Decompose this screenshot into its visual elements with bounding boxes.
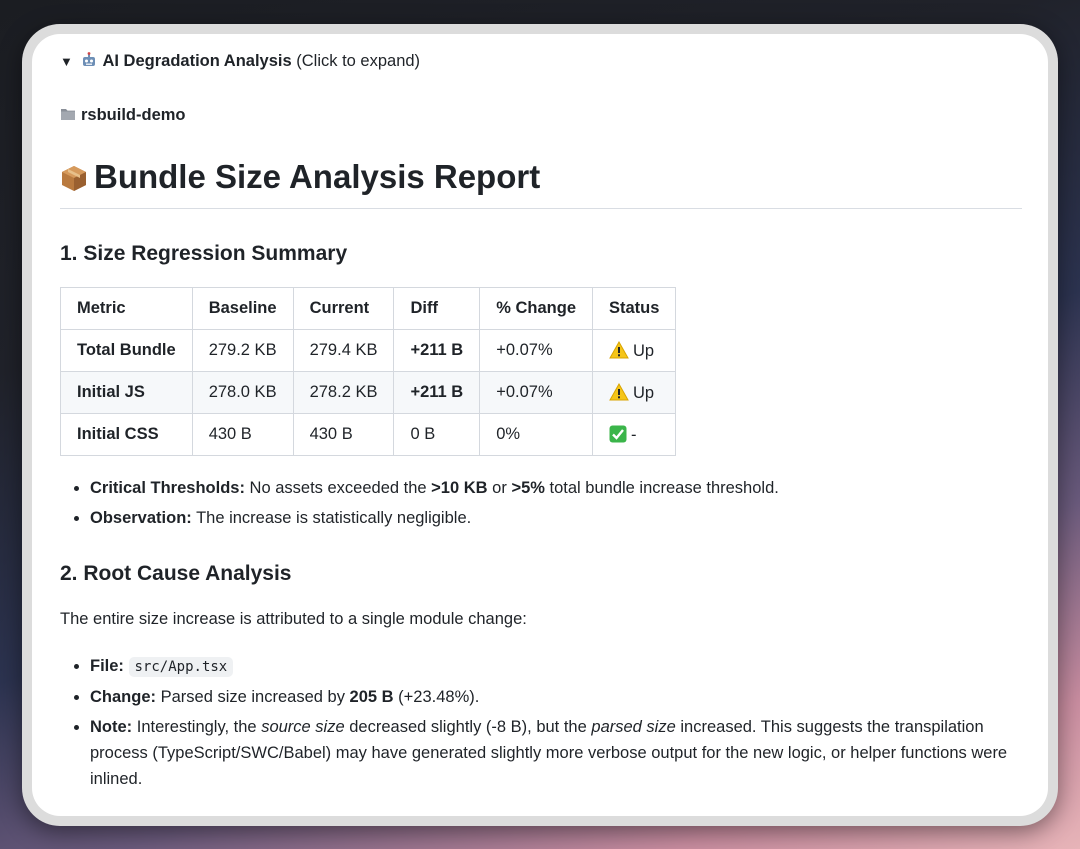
bullet-bold: >5%: [511, 479, 545, 497]
bullet-text: (+23.48%).: [398, 688, 480, 706]
column-header: Baseline: [191, 287, 294, 330]
bullet-emphasis: source size: [261, 718, 345, 736]
current-cell: 279.4 KB: [292, 329, 395, 372]
column-header: Current: [292, 287, 395, 330]
list-item: Note: Interestingly, the source size dec…: [90, 714, 1025, 792]
regression-table: Metric Baseline Current Diff % Change St…: [60, 287, 677, 456]
summary-title: AI Degradation Analysis: [102, 52, 292, 70]
bullet-bold: >10 KB: [431, 479, 488, 497]
list-item: File: src/App.tsx: [90, 653, 1025, 680]
baseline-cell: 278.0 KB: [191, 371, 294, 414]
package-icon: [62, 166, 86, 191]
table-row: Total Bundle 279.2 KB 279.4 KB +211 B +0…: [60, 329, 677, 372]
change-cell: +0.07%: [479, 371, 593, 414]
page-title: Bundle Size Analysis Report: [60, 158, 1022, 209]
file-path-code: src/App.tsx: [128, 657, 234, 677]
column-header: Diff: [393, 287, 481, 330]
section-1-heading: 1. Size Regression Summary: [60, 242, 348, 265]
metric-cell: Total Bundle: [60, 329, 193, 372]
bullet-label: File:: [90, 657, 124, 675]
column-header: % Change: [479, 287, 593, 330]
bullet-text: or: [492, 479, 507, 497]
project-name: rsbuild-demo: [60, 106, 186, 125]
page-title-text: Bundle Size Analysis Report: [94, 158, 541, 195]
warning-icon: [609, 382, 629, 400]
bullet-label: Change:: [90, 688, 156, 706]
diff-cell: +211 B: [393, 329, 481, 372]
bullet-text: Parsed size increased by: [160, 688, 345, 706]
details-summary[interactable]: ▼ AI Degradation Analysis (Click to expa…: [60, 52, 420, 71]
status-text: -: [631, 425, 637, 444]
bullet-text: The increase is statistically negligible…: [196, 509, 472, 527]
bullet-label: Note:: [90, 718, 133, 736]
robot-icon: [83, 52, 96, 66]
root-cause-bullets: File: src/App.tsx Change: Parsed size in…: [60, 653, 1025, 796]
baseline-cell: 279.2 KB: [191, 329, 294, 372]
list-item: Change: Parsed size increased by 205 B (…: [90, 684, 1025, 710]
column-header: Metric: [60, 287, 193, 330]
section-2-heading: 2. Root Cause Analysis: [60, 562, 292, 585]
bullet-emphasis: parsed size: [591, 718, 676, 736]
current-cell: 278.2 KB: [292, 371, 395, 414]
bullet-label: Critical Thresholds:: [90, 479, 245, 497]
status-text: Up: [633, 341, 655, 360]
change-cell: +0.07%: [479, 329, 593, 372]
folder-icon: [61, 109, 75, 120]
change-cell: 0%: [479, 413, 593, 456]
status-cell: -: [591, 413, 677, 456]
bullet-text: No assets exceeded the: [249, 479, 427, 497]
project-label: rsbuild-demo: [81, 106, 186, 124]
bullet-bold: 205 B: [349, 688, 394, 706]
status-text: Up: [633, 383, 655, 402]
table-header-row: Metric Baseline Current Diff % Change St…: [60, 287, 677, 330]
metric-cell: Initial JS: [60, 371, 193, 414]
list-item: Critical Thresholds: No assets exceeded …: [90, 475, 1025, 501]
table-row: Initial JS 278.0 KB 278.2 KB +211 B +0.0…: [60, 371, 677, 414]
column-header: Status: [591, 287, 677, 330]
list-item: Observation: The increase is statistical…: [90, 505, 1025, 531]
status-cell: Up: [591, 371, 677, 414]
diff-cell: +211 B: [393, 371, 481, 414]
report-card: ▼ AI Degradation Analysis (Click to expa…: [32, 34, 1048, 816]
bullet-text: Interestingly, the: [136, 718, 257, 736]
bullet-text: total bundle increase threshold.: [549, 479, 779, 497]
table-row: Initial CSS 430 B 430 B 0 B 0% -: [60, 413, 677, 456]
disclosure-triangle-icon[interactable]: ▼: [60, 54, 73, 69]
baseline-cell: 430 B: [191, 413, 294, 456]
status-cell: Up: [591, 329, 677, 372]
diff-cell: 0 B: [393, 413, 481, 456]
summary-hint: (Click to expand): [296, 52, 421, 70]
warning-icon: [609, 340, 629, 358]
metric-cell: Initial CSS: [60, 413, 193, 456]
summary-bullets: Critical Thresholds: No assets exceeded …: [60, 475, 1025, 535]
check-icon: [609, 425, 627, 442]
root-cause-intro: The entire size increase is attributed t…: [60, 610, 527, 628]
bullet-label: Observation:: [90, 509, 192, 527]
current-cell: 430 B: [292, 413, 395, 456]
bullet-text: decreased slightly (-8 B), but the: [349, 718, 587, 736]
